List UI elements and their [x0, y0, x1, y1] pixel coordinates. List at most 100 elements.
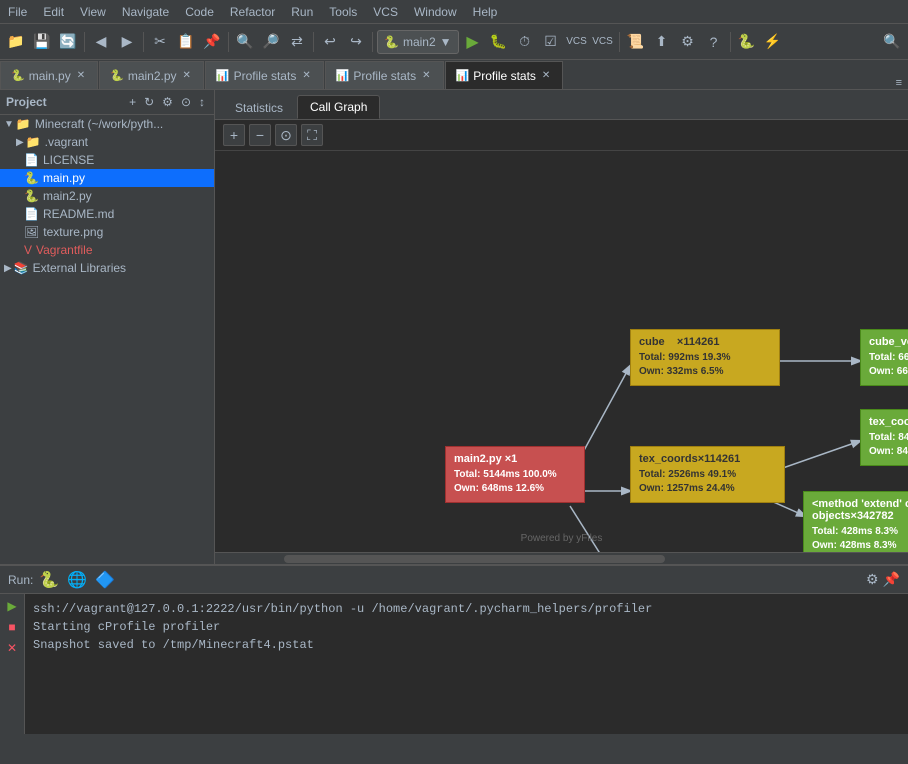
toolbar-profile-btn[interactable]: ⏱: [513, 30, 537, 54]
tree-item-readme[interactable]: 📄 README.md: [0, 205, 214, 223]
toolbar-paste-btn[interactable]: 📌: [200, 30, 224, 54]
toolbar-search-btn[interactable]: 🔍: [233, 30, 257, 54]
run-body: ▶ ■ ✕ ssh://vagrant@127.0.0.1:2222/usr/b…: [0, 594, 908, 734]
tab-profile-close-2[interactable]: ✕: [420, 70, 432, 81]
sidebar-sync-icon[interactable]: ↻: [141, 94, 157, 110]
toolbar-vcs-btn[interactable]: VCS: [565, 30, 589, 54]
tree-item-main2-py[interactable]: 🐍 main2.py: [0, 187, 214, 205]
toolbar-forward-btn[interactable]: ▶: [115, 30, 139, 54]
toolbar-help-btn[interactable]: ?: [702, 30, 726, 54]
menu-vcs[interactable]: VCS: [365, 2, 406, 22]
zoom-in-btn[interactable]: +: [223, 124, 245, 146]
file-icon-main-py: 🐍: [24, 171, 39, 185]
run-close-btn[interactable]: ✕: [3, 639, 21, 657]
toolbar-search2-btn[interactable]: 🔎: [259, 30, 283, 54]
toolbar-copy-btn[interactable]: 📋: [174, 30, 198, 54]
toolbar-save-btn[interactable]: 💾: [30, 30, 54, 54]
graph-canvas[interactable]: main2.py ×1 Total: 5144ms 100.0% Own: 64…: [215, 151, 908, 552]
toolbar-debug-btn[interactable]: 🐛: [487, 30, 511, 54]
zoom-reset-btn[interactable]: ⊙: [275, 124, 297, 146]
menu-help[interactable]: Help: [465, 2, 506, 22]
node-cube-vertices[interactable]: cube_vertices_new×114261 Total: 660ms 12…: [860, 329, 908, 386]
toolbar-cut-btn[interactable]: ✂: [148, 30, 172, 54]
toolbar-undo-btn[interactable]: ↩: [318, 30, 342, 54]
toolbar-cover-btn[interactable]: ☑: [539, 30, 563, 54]
sidebar-add-icon[interactable]: +: [126, 94, 139, 110]
sidebar-gear-icon[interactable]: ⚙: [159, 94, 176, 110]
tab-profile-icon-3: 📊: [456, 69, 470, 82]
sub-tab-statistics[interactable]: Statistics: [223, 97, 295, 119]
sidebar-expand-icon[interactable]: ↕: [196, 94, 208, 110]
menu-code[interactable]: Code: [177, 2, 222, 22]
node-extend[interactable]: <method 'extend' of 'list' objects×34278…: [803, 491, 908, 552]
toolbar-settings-btn[interactable]: ⚙: [676, 30, 700, 54]
tab-profile-stats-3[interactable]: 📊 Profile stats ✕: [445, 61, 564, 89]
sub-tab-callgraph[interactable]: Call Graph: [297, 95, 380, 119]
toolbar-open-btn[interactable]: 📁: [4, 30, 28, 54]
fit-btn[interactable]: ⛶: [301, 124, 323, 146]
node-tex-coord[interactable]: tex_coord ×342783 Total: 840ms 16.3% Own…: [860, 409, 908, 466]
menu-window[interactable]: Window: [406, 2, 465, 22]
node-cube[interactable]: cube ×114261 Total: 992ms 19.3% Own: 332…: [630, 329, 780, 386]
powered-by: Powered by yFiles: [521, 533, 603, 544]
sidebar-scroll-icon[interactable]: ⊙: [178, 94, 194, 110]
run-settings-icon[interactable]: ⚙: [866, 571, 879, 588]
node-cube-vertices-total: Total: 660ms 12.8%: [869, 351, 908, 365]
toolbar-replace-btn[interactable]: ⇄: [285, 30, 309, 54]
terminal-line-2: Starting cProfile profiler: [33, 618, 900, 636]
toolbar-hist-btn[interactable]: 📜: [624, 30, 648, 54]
menu-edit[interactable]: Edit: [35, 2, 72, 22]
zoom-out-btn[interactable]: −: [249, 124, 271, 146]
run-python-icon[interactable]: 🐍: [39, 570, 59, 590]
tree-item-vagrant[interactable]: ▶ 📁 .vagrant: [0, 133, 214, 151]
tab-main-py[interactable]: 🐍 main.py ✕: [0, 61, 98, 89]
menu-view[interactable]: View: [72, 2, 114, 22]
menu-file[interactable]: File: [0, 2, 35, 22]
tree-item-minecraft[interactable]: ▼ 📁 Minecraft (~/work/pyth...: [0, 115, 214, 133]
tab-main-py-close[interactable]: ✕: [75, 70, 87, 81]
toolbar-vcs2-btn[interactable]: VCS: [591, 30, 615, 54]
tab-profile-stats-2[interactable]: 📊 Profile stats ✕: [325, 61, 444, 89]
node-tex-coords[interactable]: tex_coords×114261 Total: 2526ms 49.1% Ow…: [630, 446, 785, 503]
graph-scrollbar[interactable]: [215, 552, 908, 564]
tab-bar-scroll[interactable]: ≡: [896, 77, 902, 89]
tree-item-main-py[interactable]: 🐍 main.py: [0, 169, 214, 187]
run-config-dropdown[interactable]: 🐍 main2 ▼: [377, 30, 459, 54]
tree-item-texture[interactable]: 🖼 texture.png: [0, 223, 214, 241]
search-everywhere-btn[interactable]: 🔍: [880, 30, 904, 54]
toolbar-push-btn[interactable]: ⬆: [650, 30, 674, 54]
toolbar-run-btn[interactable]: ▶: [461, 30, 485, 54]
menu-run[interactable]: Run: [283, 2, 321, 22]
run-title-label: Run:: [8, 573, 33, 587]
tab-profile-close-3[interactable]: ✕: [540, 70, 552, 81]
toolbar-redo-btn[interactable]: ↪: [344, 30, 368, 54]
node-cube-vertices-title: cube_vertices_new×114261: [869, 336, 908, 348]
toolbar-sdk-btn[interactable]: 🐍: [735, 30, 759, 54]
node-main2[interactable]: main2.py ×1 Total: 5144ms 100.0% Own: 64…: [445, 446, 585, 503]
tab-main2-py-close[interactable]: ✕: [181, 70, 193, 81]
run-stop-btn[interactable]: ■: [3, 618, 21, 636]
project-icon: 📁: [16, 117, 31, 131]
run-db-icon[interactable]: 🔷: [95, 570, 115, 590]
toolbar-sync-btn[interactable]: 🔄: [56, 30, 80, 54]
tree-item-license[interactable]: 📄 LICENSE: [0, 151, 214, 169]
toolbar-back-btn[interactable]: ◀: [89, 30, 113, 54]
menu-refactor[interactable]: Refactor: [222, 2, 283, 22]
scrollbar-thumb[interactable]: [284, 555, 665, 563]
terminal-line-4: Snapshot saved to /tmp/Minecraft4.pstat: [33, 636, 900, 654]
node-extend-total: Total: 428ms 8.3%: [812, 525, 908, 539]
run-globe-icon[interactable]: 🌐: [67, 570, 87, 590]
run-pin-icon[interactable]: 📌: [883, 571, 900, 588]
main-layout: Project + ↻ ⚙ ⊙ ↕ ▼ 📁 Minecraft (~/work/…: [0, 90, 908, 564]
tab-profile-stats-1[interactable]: 📊 Profile stats ✕: [205, 61, 324, 89]
tree-item-vagrantfile[interactable]: V Vagrantfile: [0, 241, 214, 259]
tree-item-ext-libs[interactable]: ▶ 📚 External Libraries: [0, 259, 214, 277]
terminal-output: ssh://vagrant@127.0.0.1:2222/usr/bin/pyt…: [25, 594, 908, 734]
run-play-btn[interactable]: ▶: [3, 597, 21, 615]
tab-profile-close-1[interactable]: ✕: [300, 70, 312, 81]
menu-tools[interactable]: Tools: [321, 2, 365, 22]
menu-navigate[interactable]: Navigate: [114, 2, 177, 22]
toolbar-extra-btn[interactable]: ⚡: [761, 30, 785, 54]
tab-main2-py[interactable]: 🐍 main2.py ✕: [99, 61, 204, 89]
node-tex-coord-total: Total: 840ms 16.3%: [869, 431, 908, 445]
